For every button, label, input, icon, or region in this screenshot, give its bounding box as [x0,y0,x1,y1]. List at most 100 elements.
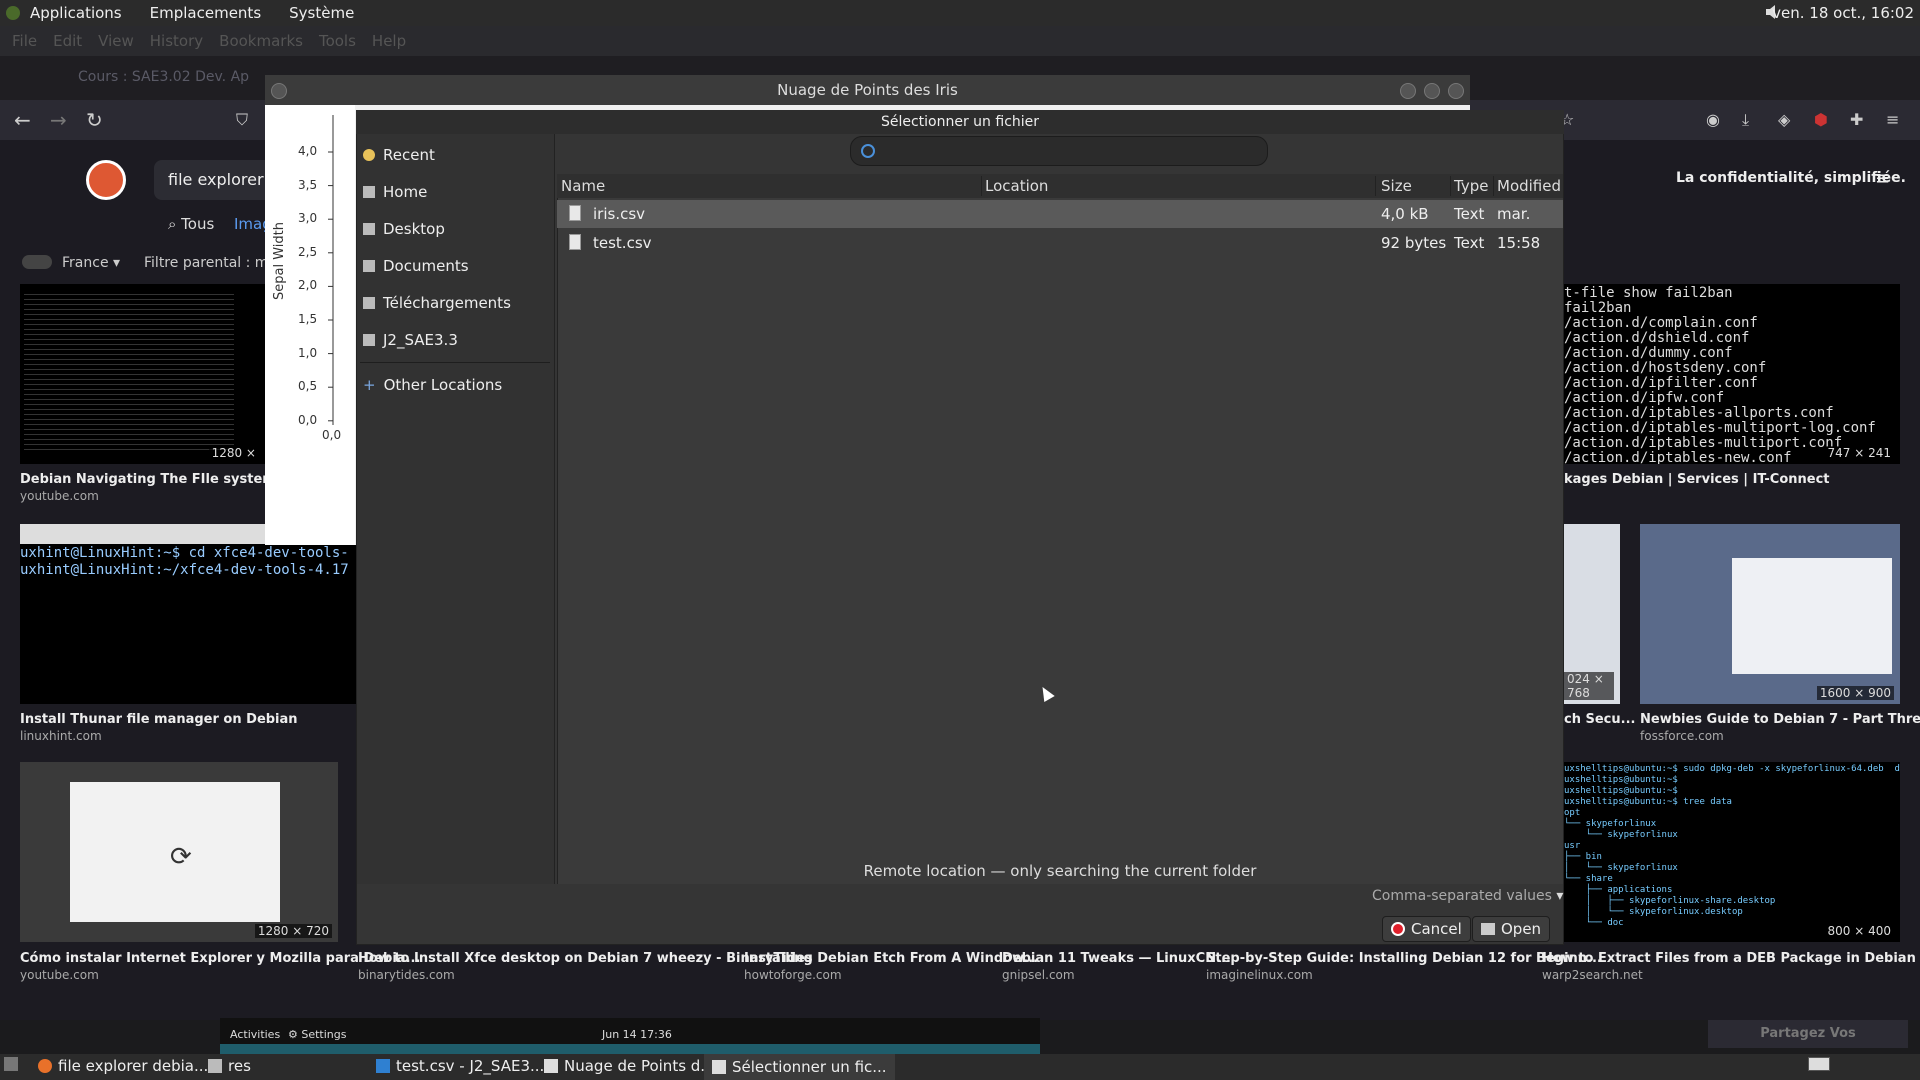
duckduckgo-logo[interactable] [86,160,126,200]
result-title-8[interactable]: How to Extract Files from a DEB Package … [1542,951,1920,966]
safe-search-filter[interactable]: Filtre parental : mo [144,255,277,271]
hamburger-menu-icon[interactable]: ≡ [1886,110,1899,129]
result-source-2[interactable]: linuxhint.com [20,729,102,743]
sidebar-item-documents[interactable]: Documents [363,251,469,281]
ublock-icon[interactable]: ⬢ [1814,110,1828,129]
gnome-preview-thumb[interactable]: Activities ⚙ Settings Jun 14 17:36 [220,1018,1040,1054]
result-thumb-2[interactable]: uxhint@LinuxHint:~$ cd xfce4-dev-tools- … [20,524,356,704]
result-source-4[interactable]: binarytides.com [358,968,455,982]
reload-icon[interactable]: ↻ [86,108,103,132]
result-title-right-2[interactable]: ch Secu... [1564,712,1635,727]
search-field[interactable] [850,136,1268,166]
task-label: res [228,1057,251,1075]
task-firefox[interactable]: file explorer debia... [38,1057,208,1075]
menu-systeme[interactable]: Système [289,4,354,22]
result-thumb-right-3[interactable]: 1600 × 900 [1640,524,1900,704]
result-title-5[interactable]: Installing Debian Etch From A Window... [744,951,1038,966]
result-source-8[interactable]: warp2search.net [1542,968,1643,982]
sidebar-item-recent[interactable]: Recent [363,140,435,170]
ddg-menu-icon[interactable]: ≡ [1875,168,1890,189]
result-source-6[interactable]: gnipsel.com [1002,968,1075,982]
result-source-right-3[interactable]: fossforce.com [1640,729,1724,743]
shield-icon[interactable]: ⛉ [236,110,248,130]
sidebar-item-desktop[interactable]: Desktop [363,214,445,244]
col-header-type[interactable]: Type [1454,177,1488,195]
window-menu-icon[interactable] [271,83,287,99]
terminal-line: /action.d/hostsdeny.conf [1564,360,1767,376]
firefox-tab[interactable]: Cours : SAE3.02 Dev. Ap [50,62,260,92]
vscode-icon [376,1059,390,1073]
task-nuage[interactable]: Nuage de Points d... [544,1057,715,1075]
region-select[interactable]: France ▾ [62,255,120,271]
tab-all[interactable]: ⌕ Tous [168,215,214,233]
search-input[interactable] [881,140,1251,162]
show-desktop-icon[interactable] [4,1057,18,1071]
task-vscode[interactable]: test.csv - J2_SAE3... [376,1057,544,1075]
file-type-filter[interactable]: Comma-separated values ▾ [1372,888,1563,908]
region-toggle[interactable] [22,255,52,269]
back-icon[interactable]: ← [14,108,31,132]
menu-applications[interactable]: Applications [30,4,122,22]
result-thumb-3[interactable]: ⟳ 1280 × 720 [20,762,338,942]
ff-menu-bookmarks[interactable]: Bookmarks [219,32,303,50]
file-row-iris[interactable]: iris.csv 4,0 kB Text mar. [557,200,1563,228]
folder-icon [363,223,375,235]
maximize-icon[interactable] [1424,83,1440,99]
extension-icon[interactable]: ◈ [1778,110,1790,129]
ddg-search-input[interactable]: file explorer d [154,160,274,200]
region-label: France [62,255,109,271]
feedback-button[interactable]: Partagez Vos Commentaires [1708,1020,1908,1069]
gnome-wallpaper-strip [220,1044,1040,1054]
downloads-icon[interactable]: ⤓ [1742,110,1749,130]
minimize-icon[interactable] [1400,83,1416,99]
distro-logo-icon[interactable] [6,6,20,20]
account-icon[interactable]: ◉ [1706,110,1720,129]
open-label: Open [1501,920,1542,938]
dialog-title: Sélectionner un fichier [356,110,1564,134]
ff-menu-help[interactable]: Help [372,32,406,50]
close-icon[interactable] [1448,83,1464,99]
sidebar-item-j2-sae3[interactable]: J2_SAE3.3 [363,325,458,355]
puzzle-icon[interactable]: ✚ [1850,110,1863,129]
result-source-1[interactable]: youtube.com [20,489,99,503]
sidebar-divider [360,362,550,363]
col-header-location[interactable]: Location [985,177,1048,195]
task-res[interactable]: res [208,1057,251,1075]
result-source-5[interactable]: howtoforge.com [744,968,842,982]
status-message: Remote location — only searching the cur… [863,862,1257,880]
sidebar-item-other-locations[interactable]: + Other Locations [363,370,502,400]
terminal-line: /action.d/complain.conf [1564,315,1758,331]
result-thumb-1[interactable]: 1280 × [20,284,265,464]
clock[interactable]: ven. 18 oct., 16:02 [1772,4,1914,22]
result-title-right-1[interactable]: kages Debian | Services | IT-Connect [1564,472,1830,487]
sidebar-item-telechargements[interactable]: Téléchargements [363,288,511,318]
result-title-2[interactable]: Install Thunar file manager on Debian [20,712,298,727]
col-header-size[interactable]: Size [1381,177,1412,195]
thumb-size: 1280 × 720 [254,924,332,938]
result-title-6[interactable]: Debian 11 Tweaks — LinuxCN... [1002,951,1231,966]
result-thumb-right-2[interactable]: 024 × 768 [1564,524,1620,704]
col-header-modified[interactable]: Modified [1497,177,1561,195]
result-source-7[interactable]: imaginelinux.com [1206,968,1313,982]
workspace-switcher[interactable] [1808,1057,1830,1071]
ff-menu-file[interactable]: File [12,32,37,50]
forward-icon[interactable]: → [50,108,67,132]
ff-menu-tools[interactable]: Tools [319,32,356,50]
result-thumb-right-1[interactable]: t-file show fail2ban fail2ban/action.d/co… [1564,284,1900,464]
file-row-test[interactable]: test.csv 92 bytes Text 15:58 [557,229,1563,257]
ddg-tagline: La confidentialité, simplifiée. [1676,170,1906,186]
ff-menu-history[interactable]: History [150,32,203,50]
result-source-3[interactable]: youtube.com [20,968,99,982]
result-thumb-right-4[interactable]: uxshelltips@ubuntu:~$ sudo dpkg-deb -x s… [1564,762,1900,942]
sidebar-item-home[interactable]: Home [363,177,427,207]
terminal-line: uxshelltips@ubuntu:~$ [1564,786,1678,796]
ff-menu-view[interactable]: View [98,32,134,50]
task-file-chooser[interactable]: Sélectionner un fic... [704,1054,895,1080]
cancel-button[interactable]: Cancel [1382,916,1471,942]
col-header-name[interactable]: Name [561,177,605,195]
result-title-right-3[interactable]: Newbies Guide to Debian 7 - Part Three |… [1640,712,1920,727]
ff-menu-edit[interactable]: Edit [53,32,82,50]
menu-emplacements[interactable]: Emplacements [150,4,262,22]
taskbar: file explorer debia... res test.csv - J2… [0,1054,1920,1080]
open-button[interactable]: Open [1472,916,1551,942]
